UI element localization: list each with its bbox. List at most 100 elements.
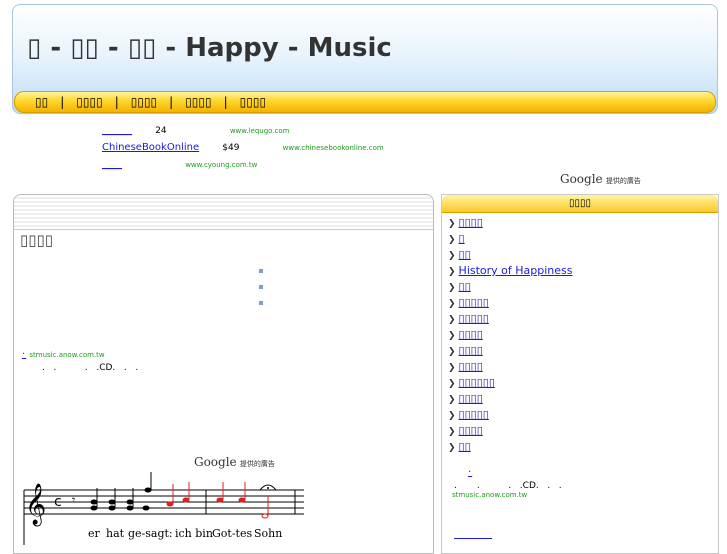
sidebar-link[interactable]: ▯▯▯▯	[459, 424, 483, 437]
nav-item-home[interactable]: ▯▯	[35, 95, 48, 109]
nav-separator: |	[60, 95, 65, 109]
nav-item-3[interactable]: ▯▯▯▯	[131, 95, 157, 109]
nav-item-2[interactable]: ▯▯▯▯	[76, 95, 102, 109]
ad-url[interactable]: www.lequgo.com	[230, 127, 290, 135]
sidebar-item[interactable]: ❯ ▯▯▯▯	[448, 423, 718, 439]
sidebar-link[interactable]: ▯▯	[459, 248, 471, 261]
main-heading: ▯▯▯▯	[20, 231, 54, 249]
chevron-right-icon: ❯	[448, 331, 456, 341]
top-ad-1: ______ 24 www.lequgo.com	[102, 125, 290, 136]
svg-text:𝄞: 𝄞	[25, 483, 46, 526]
nav-separator: |	[114, 95, 119, 109]
sidebar-item[interactable]: ❯ History of Happiness	[448, 263, 718, 279]
sidebar-link[interactable]: ▯▯▯▯▯	[459, 408, 489, 421]
lyric-word: hat	[106, 527, 125, 540]
chevron-right-icon: ❯	[448, 315, 456, 325]
chevron-right-icon: ❯	[448, 219, 456, 229]
top-ad-2: ChineseBookOnline $49 www.chinesebookonl…	[102, 142, 384, 153]
sidebar-ad-link-partial[interactable]	[454, 538, 492, 539]
chevron-right-icon: ❯	[448, 251, 456, 261]
chevron-right-icon: ❯	[448, 235, 456, 245]
sidebar-link[interactable]: ▯▯▯▯	[459, 216, 483, 229]
lyric-word: ich bin	[175, 527, 213, 540]
svg-text:𝄾: 𝄾	[72, 493, 75, 507]
chevron-right-icon: ❯	[448, 395, 456, 405]
sidebar-item[interactable]: ❯ ▯▯▯▯▯	[448, 407, 718, 423]
sidebar-link[interactable]: ▯▯▯▯	[459, 328, 483, 341]
bullet-icon	[259, 285, 263, 289]
chevron-right-icon: ❯	[448, 363, 456, 373]
site-title: ▯ - ▯▯ - ▯▯ - Happy - Music	[27, 33, 392, 63]
chevron-right-icon: ❯	[448, 411, 456, 421]
lyric-word: Got-tes	[212, 527, 253, 540]
sidebar-item[interactable]: ❯ ▯▯▯▯▯	[448, 311, 718, 327]
ad-url[interactable]: stmusic.anow.com.tw	[452, 491, 562, 499]
main-ad: · stmusic.anow.com.tw . . . .CD. . .	[22, 349, 138, 373]
sidebar-item[interactable]: ❯ ▯▯	[448, 279, 718, 295]
chevron-right-icon: ❯	[448, 267, 456, 277]
google-logo: Google	[560, 172, 603, 186]
sidebar-item[interactable]: ❯ ▯	[448, 231, 718, 247]
ads-label-text: 提供的廣告	[239, 460, 275, 468]
site-header: ▯ - ▯▯ - ▯▯ - Happy - Music ▯▯ | ▯▯▯▯ | …	[12, 4, 718, 114]
panel-header-stripe	[14, 195, 433, 230]
chevron-right-icon: ❯	[448, 347, 456, 357]
sidebar-item[interactable]: ❯ ▯▯▯▯▯▯	[448, 375, 718, 391]
sidebar-link[interactable]: ▯▯	[459, 280, 471, 293]
ad-url[interactable]: www.cyoung.com.tw	[185, 161, 257, 169]
chevron-right-icon: ❯	[448, 299, 456, 309]
ad-link[interactable]: ____	[102, 159, 122, 170]
sidebar-ad: · . . . .CD. . . stmusic.anow.com.tw	[452, 467, 562, 499]
chevron-right-icon: ❯	[448, 427, 456, 437]
svg-text:c: c	[54, 494, 62, 510]
sidebar-item[interactable]: ❯ ▯▯▯▯	[448, 359, 718, 375]
google-ads-label[interactable]: Google 提供的廣告	[560, 172, 641, 186]
sidebar-link[interactable]: History of Happiness	[459, 264, 573, 277]
ad-link[interactable]: ChineseBookOnline	[102, 142, 199, 153]
bullet-list	[259, 269, 263, 317]
google-logo: Google	[194, 455, 237, 469]
sidebar-link[interactable]: ▯▯▯▯▯	[459, 312, 489, 325]
sidebar-link[interactable]: ▯▯	[459, 440, 471, 453]
sidebar-item[interactable]: ❯ ▯▯	[448, 439, 718, 455]
ad-description: . . . .CD. . .	[454, 481, 562, 491]
sidebar-link[interactable]: ▯▯▯▯	[459, 344, 483, 357]
ad-url[interactable]: www.chinesebookonline.com	[283, 144, 384, 152]
sidebar-heading: ▯▯▯▯	[442, 195, 718, 213]
bullet-icon	[259, 301, 263, 305]
sidebar-list: ❯ ▯▯▯▯ ❯ ▯ ❯ ▯▯ ❯ History of Happiness ❯ ▯▯ ❯…	[442, 213, 718, 455]
sidebar: ▯▯▯▯ ❯ ▯▯▯▯ ❯ ▯ ❯ ▯▯ ❯ History of Happiness …	[441, 194, 719, 554]
google-ads-label[interactable]: Google 提供的廣告	[194, 455, 275, 469]
top-ad-3: ____ www.cyoung.com.tw	[102, 159, 257, 170]
main-nav: ▯▯ | ▯▯▯▯ | ▯▯▯▯ | ▯▯▯▯ | ▯▯▯▯	[14, 91, 716, 113]
sidebar-link[interactable]: ▯▯▯▯	[459, 392, 483, 405]
bullet-icon	[259, 269, 263, 273]
lyric-word: ge-sagt:	[128, 527, 173, 540]
ads-label-text: 提供的廣告	[605, 177, 641, 185]
ad-price: 24	[155, 126, 167, 136]
sidebar-link[interactable]: ▯▯▯▯▯▯	[459, 376, 495, 389]
ad-url[interactable]: stmusic.anow.com.tw	[29, 351, 104, 359]
ad-link[interactable]: ·	[454, 467, 486, 478]
sidebar-link[interactable]: ▯▯▯▯	[459, 360, 483, 373]
nav-item-5[interactable]: ▯▯▯▯	[240, 95, 266, 109]
nav-separator: |	[169, 95, 174, 109]
chevron-right-icon: ❯	[448, 283, 456, 293]
lyric-word: er	[88, 527, 100, 540]
nav-item-4[interactable]: ▯▯▯▯	[185, 95, 211, 109]
sidebar-item[interactable]: ❯ ▯▯	[448, 247, 718, 263]
sidebar-link[interactable]: ▯	[459, 232, 465, 245]
chevron-right-icon: ❯	[448, 379, 456, 389]
sidebar-link[interactable]: ▯▯▯▯▯	[459, 296, 489, 309]
ad-description: . . . .CD. . .	[42, 363, 139, 373]
ad-link[interactable]: ·	[22, 349, 26, 360]
sidebar-item[interactable]: ❯ ▯▯▯▯	[448, 215, 718, 231]
sidebar-item[interactable]: ❯ ▯▯▯▯	[448, 343, 718, 359]
sidebar-item[interactable]: ❯ ▯▯▯▯	[448, 327, 718, 343]
ad-price: $49	[222, 143, 240, 153]
sidebar-item[interactable]: ❯ ▯▯▯▯▯	[448, 295, 718, 311]
ad-link[interactable]: ______	[102, 125, 132, 136]
lyric-word: Sohn	[254, 527, 283, 540]
nav-separator: |	[223, 95, 228, 109]
sidebar-item[interactable]: ❯ ▯▯▯▯	[448, 391, 718, 407]
